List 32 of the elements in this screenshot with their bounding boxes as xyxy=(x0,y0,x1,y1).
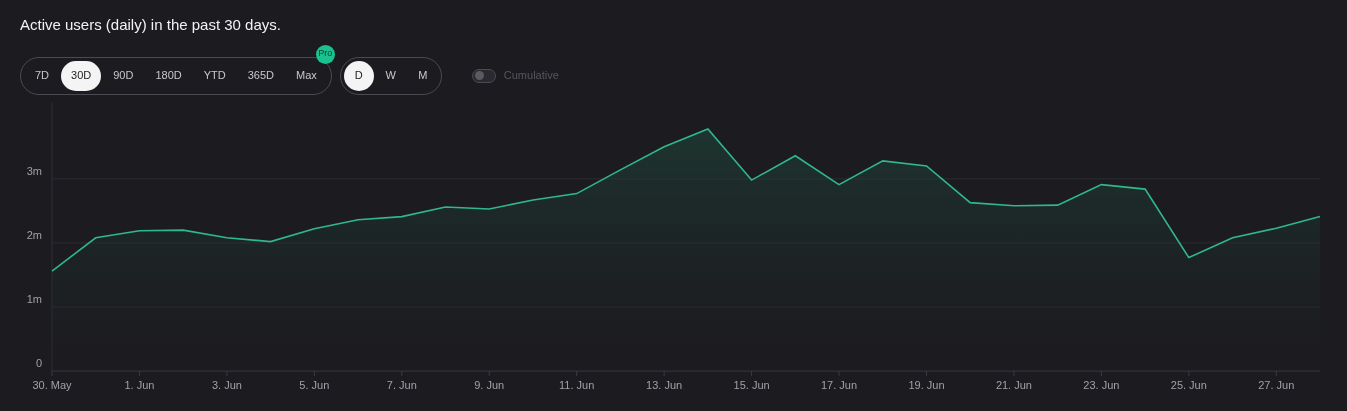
range-tab[interactable]: 7D xyxy=(25,60,60,91)
range-tab[interactable]: 30D xyxy=(61,60,102,91)
x-axis-label: 25. Jun xyxy=(1170,378,1207,391)
x-axis-label: 13. Jun xyxy=(646,378,683,391)
range-tab[interactable]: 90D xyxy=(103,60,144,91)
cumulative-label: Cumulative xyxy=(503,68,559,84)
x-axis-label: 5. Jun xyxy=(299,378,330,391)
toggle-switch[interactable] xyxy=(471,68,496,83)
x-axis-label: 9. Jun xyxy=(474,378,505,391)
chart-title: Active users (daily) in the past 30 days. xyxy=(20,15,282,35)
interval-tab[interactable]: D xyxy=(343,60,374,91)
x-axis-label: 21. Jun xyxy=(995,378,1032,391)
x-axis-label: 23. Jun xyxy=(1083,378,1120,391)
x-axis-label: 30. May xyxy=(32,378,72,391)
pro-badge: Pro xyxy=(315,44,335,64)
y-axis-label: 1m xyxy=(26,292,42,305)
x-axis-label: 15. Jun xyxy=(733,378,770,391)
x-axis-label: 11. Jun xyxy=(559,378,595,391)
range-tab[interactable]: 180D xyxy=(145,60,192,91)
y-axis-label: 3m xyxy=(26,164,42,177)
range-tab[interactable]: 365D xyxy=(237,60,285,91)
range-tab[interactable]: YTD xyxy=(193,60,236,91)
x-axis-label: 17. Jun xyxy=(821,378,858,391)
x-axis-label: 1. Jun xyxy=(124,378,155,391)
y-axis-label: 0 xyxy=(35,356,42,369)
interval-tab[interactable]: W xyxy=(375,60,406,91)
x-axis-label: 19. Jun xyxy=(908,378,945,391)
x-axis-label: 3. Jun xyxy=(211,378,242,391)
y-axis-label: 2m xyxy=(26,228,42,241)
interval-tab[interactable]: M xyxy=(407,60,438,91)
x-axis-label: 7. Jun xyxy=(386,378,417,391)
x-axis-label: 27. Jun xyxy=(1258,378,1295,391)
